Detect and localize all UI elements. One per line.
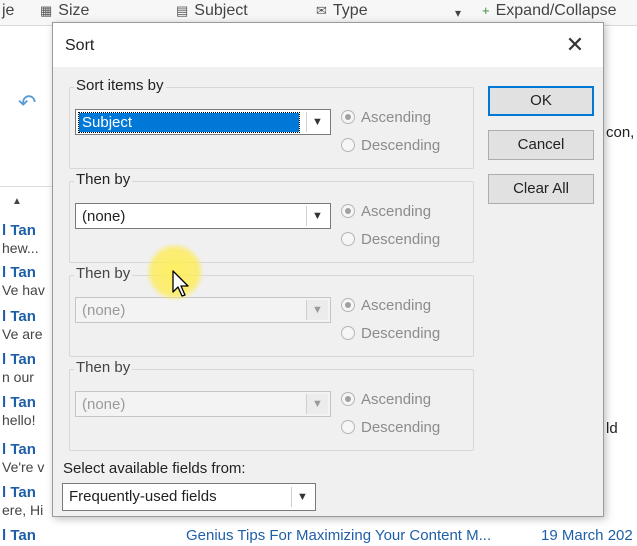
size-icon: ▦ — [40, 3, 53, 18]
ascending-radio: Ascending — [341, 391, 431, 411]
ascending-radio[interactable]: Ascending — [341, 203, 431, 223]
radio-selected-icon — [341, 298, 355, 312]
select-value: Subject — [78, 112, 300, 133]
select-value: (none) — [82, 208, 126, 225]
dialog-titlebar: Sort ✕ — [53, 23, 603, 67]
chevron-down-icon: ▼ — [306, 394, 328, 414]
radio-selected-icon — [341, 392, 355, 406]
then-by-group-3: Then by (none) ▼ Ascending Descending — [69, 359, 474, 451]
envelope-icon: ✉ — [316, 3, 327, 18]
partial-column-label: je — [2, 2, 15, 19]
message-snippet: ere, Hi — [2, 502, 44, 518]
sort-field-select[interactable]: Subject ▼ — [75, 109, 331, 135]
expand-collapse-button[interactable]: + Expand/Collapse — [482, 2, 617, 20]
ascending-radio: Ascending — [341, 297, 431, 317]
radio-icon — [341, 420, 355, 434]
message-snippet: n our — [2, 369, 34, 385]
group-label: Sort items by — [74, 77, 166, 94]
sort-up-icon[interactable]: ▲ — [12, 196, 22, 207]
sender-name[interactable]: l Tan — [2, 264, 36, 281]
sort-items-by-group: Sort items by Subject ▼ Ascending Descen… — [69, 77, 474, 169]
subject-icon: ▤ — [176, 3, 189, 18]
then-by-select-3: (none) ▼ — [75, 391, 331, 417]
group-label: Then by — [74, 265, 133, 282]
sender-name[interactable]: l Tan — [2, 222, 36, 239]
close-icon[interactable]: ✕ — [557, 31, 593, 59]
clear-all-button[interactable]: Clear All — [488, 174, 594, 204]
message-snippet: Ve're v — [2, 459, 45, 475]
descending-radio: Descending — [341, 325, 440, 345]
descending-radio[interactable]: Descending — [341, 231, 440, 251]
size-column-button[interactable]: ▦ Size — [40, 2, 89, 20]
select-value: (none) — [82, 396, 126, 413]
available-fields-label: Select available fields from: — [63, 460, 246, 477]
message-row[interactable]: l Tan Genius Tips For Maximizing Your Co… — [0, 526, 637, 546]
sender-name[interactable]: l Tan — [2, 484, 36, 501]
sender-name[interactable]: l Tan — [2, 527, 36, 544]
radio-selected-icon — [341, 110, 355, 124]
list-divider — [0, 186, 52, 187]
message-subject: Genius Tips For Maximizing Your Content … — [186, 527, 492, 544]
group-label: Then by — [74, 359, 133, 376]
message-date: 19 March 202 — [541, 527, 633, 544]
chevron-down-icon[interactable]: ▼ — [306, 112, 328, 132]
undo-icon[interactable]: ↶ — [18, 90, 36, 116]
toolbar-dropdown-icon[interactable]: ▾ — [455, 6, 461, 20]
message-snippet: Ve are — [2, 326, 43, 342]
select-value: (none) — [82, 302, 126, 319]
reading-pane-text: ld — [606, 420, 618, 437]
sender-name[interactable]: l Tan — [2, 351, 36, 368]
radio-icon — [341, 326, 355, 340]
available-fields-select[interactable]: Frequently-used fields ▼ — [62, 483, 316, 511]
dialog-title: Sort — [65, 37, 95, 54]
sender-name[interactable]: l Tan — [2, 394, 36, 411]
chevron-down-icon: ▼ — [306, 300, 328, 320]
sender-name[interactable]: l Tan — [2, 308, 36, 325]
chevron-down-icon[interactable]: ▼ — [291, 487, 313, 507]
reading-pane-text: con, — [606, 124, 635, 141]
then-by-select-1[interactable]: (none) ▼ — [75, 203, 331, 229]
radio-icon — [341, 232, 355, 246]
expand-icon: + — [482, 3, 490, 18]
then-by-select-2: (none) ▼ — [75, 297, 331, 323]
descending-radio[interactable]: Descending — [341, 137, 440, 157]
sort-dialog: Sort ✕ Sort items by Subject ▼ Ascending… — [52, 22, 604, 517]
message-list-panel: ↶ ▲ l Tan hew... l Tan Ve hav l Tan Ve a… — [0, 26, 52, 546]
group-label: Then by — [74, 171, 133, 188]
type-column-button[interactable]: ✉ Type — [316, 2, 368, 20]
message-snippet: hello! — [2, 412, 36, 428]
radio-selected-icon — [341, 204, 355, 218]
subject-column-button[interactable]: ▤ Subject — [176, 2, 248, 20]
sender-name[interactable]: l Tan — [2, 441, 36, 458]
then-by-group-2: Then by (none) ▼ Ascending Descending — [69, 265, 474, 357]
select-value: Frequently-used fields — [69, 488, 217, 505]
radio-icon — [341, 138, 355, 152]
then-by-group-1: Then by (none) ▼ Ascending Descending — [69, 171, 474, 263]
message-snippet: Ve hav — [2, 282, 45, 298]
ok-button[interactable]: OK — [488, 86, 594, 116]
cancel-button[interactable]: Cancel — [488, 130, 594, 160]
message-snippet: hew... — [2, 240, 39, 256]
ascending-radio[interactable]: Ascending — [341, 109, 431, 129]
chevron-down-icon[interactable]: ▼ — [306, 206, 328, 226]
descending-radio: Descending — [341, 419, 440, 439]
mouse-cursor-icon — [172, 270, 189, 297]
